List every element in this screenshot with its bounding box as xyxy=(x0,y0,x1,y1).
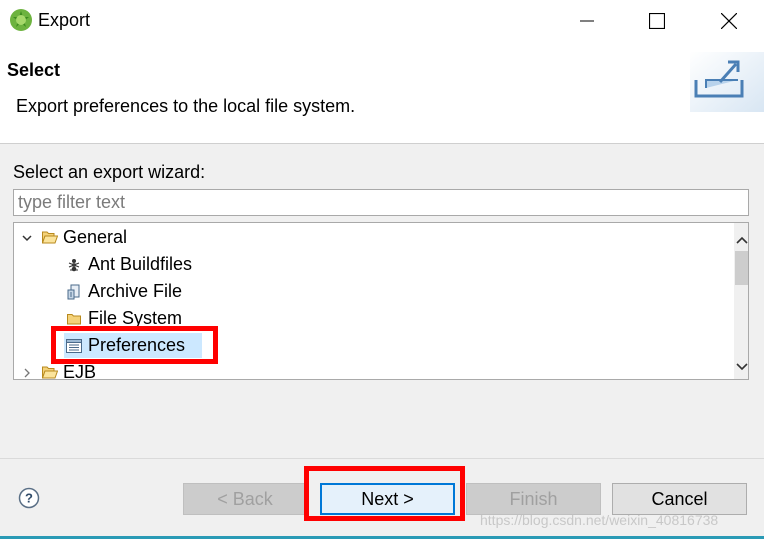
export-wizard-banner-icon xyxy=(690,52,764,112)
chevron-down-icon xyxy=(736,363,748,371)
folder-open-icon xyxy=(41,224,59,251)
tree-item-label: Preferences xyxy=(88,335,186,355)
filter-input[interactable] xyxy=(13,189,749,216)
page-title: Select xyxy=(7,60,61,80)
tree-item-file-system[interactable]: File System xyxy=(14,305,734,332)
wizard-label: Select an export wizard: xyxy=(13,162,206,182)
watermark: https://blog.csdn.net/weixin_40816738 xyxy=(480,512,719,528)
folder-open-icon xyxy=(41,359,59,379)
tree-item-ejb[interactable]: EJB xyxy=(14,359,734,380)
maximize-button[interactable] xyxy=(634,0,680,42)
title-bar: Export xyxy=(0,0,764,42)
archive-icon xyxy=(65,278,83,305)
cancel-button[interactable]: Cancel xyxy=(612,483,747,515)
close-icon xyxy=(721,13,737,29)
ant-icon xyxy=(65,251,83,278)
finish-button[interactable]: Finish xyxy=(466,483,601,515)
svg-text:?: ? xyxy=(25,491,33,506)
scroll-up-button[interactable] xyxy=(734,229,748,251)
scroll-thumb[interactable] xyxy=(735,251,748,285)
button-bar-separator xyxy=(0,458,764,459)
wizard-tree[interactable]: General Ant Buildfiles Archive File File… xyxy=(13,222,749,380)
tree-item-label: EJB xyxy=(63,362,97,380)
tree-scrollbar[interactable] xyxy=(734,223,748,379)
close-button[interactable] xyxy=(706,0,752,42)
chevron-down-icon[interactable] xyxy=(20,224,34,251)
maximize-icon xyxy=(649,13,665,29)
tree-item-preferences[interactable]: Preferences xyxy=(14,332,734,359)
minimize-button[interactable] xyxy=(564,0,610,42)
tree-item-label: Archive File xyxy=(88,281,183,301)
tree-item-ant-buildfiles[interactable]: Ant Buildfiles xyxy=(14,251,734,278)
wizard-header: Select Export preferences to the local f… xyxy=(0,42,764,144)
window-title: Export xyxy=(38,10,91,30)
chevron-up-icon xyxy=(736,236,748,244)
page-description: Export preferences to the local file sys… xyxy=(16,96,356,116)
tree-item-label: Ant Buildfiles xyxy=(88,254,193,274)
help-icon[interactable]: ? xyxy=(18,487,40,509)
tree-item-label: General xyxy=(63,227,128,247)
next-button[interactable]: Next > xyxy=(320,483,455,515)
tree-item-label: File System xyxy=(88,308,183,328)
tree-item-archive-file[interactable]: Archive File xyxy=(14,278,734,305)
eclipse-app-icon xyxy=(10,9,32,31)
preferences-icon xyxy=(65,332,83,359)
back-button[interactable]: < Back xyxy=(183,483,307,515)
chevron-right-icon[interactable] xyxy=(20,359,34,379)
folder-icon xyxy=(65,305,83,332)
scroll-down-button[interactable] xyxy=(734,356,748,378)
tree-item-general[interactable]: General xyxy=(14,224,734,251)
minimize-icon xyxy=(580,20,594,22)
